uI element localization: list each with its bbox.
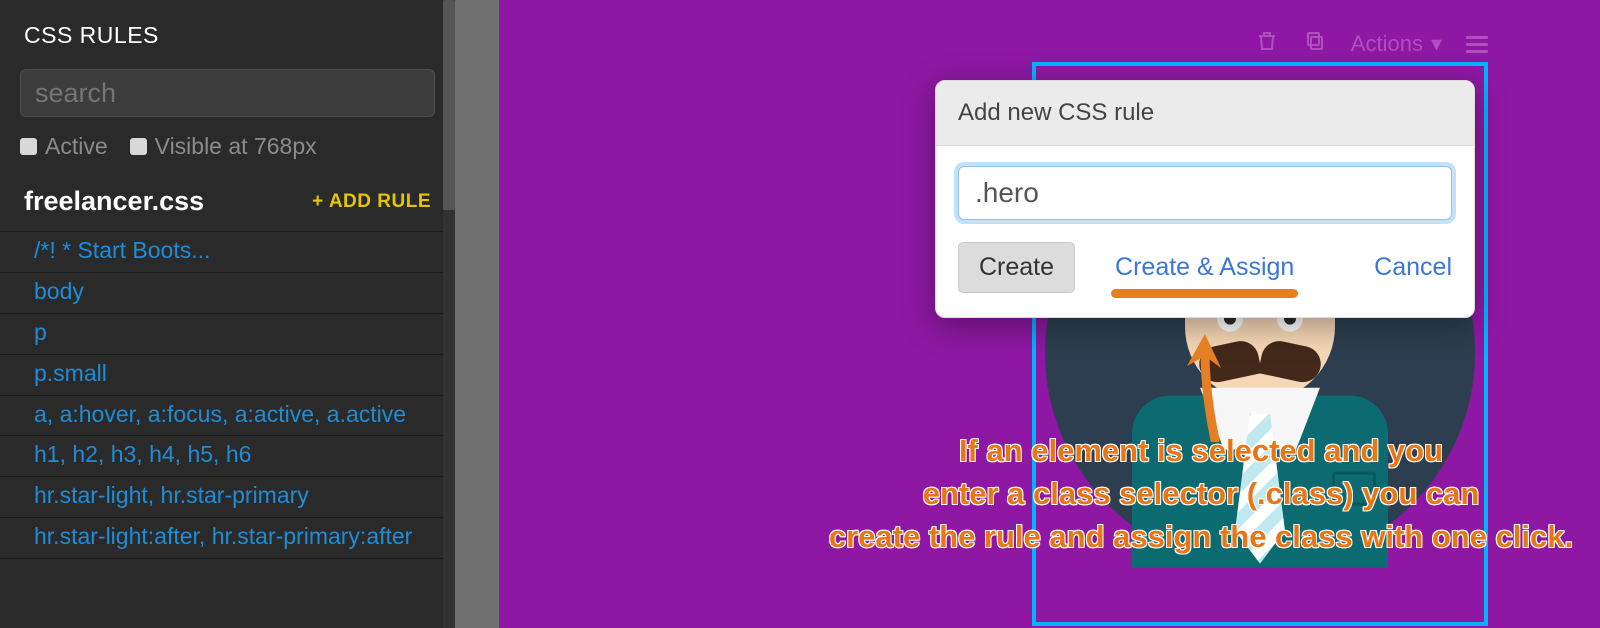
rule-item[interactable]: a, a:hover, a:focus, a:active, a.active bbox=[0, 396, 455, 437]
rule-item[interactable]: p.small bbox=[0, 355, 455, 396]
canvas-gutter bbox=[455, 0, 499, 628]
rule-item[interactable]: h1, h2, h3, h4, h5, h6 bbox=[0, 436, 455, 477]
panel-scrollbar[interactable] bbox=[443, 0, 455, 628]
visible-checkbox-label: Visible at 768px bbox=[155, 133, 317, 160]
visible-checkbox[interactable]: Visible at 768px bbox=[130, 133, 317, 160]
actions-dropdown[interactable]: Actions ▾ bbox=[1351, 31, 1442, 57]
preview-canvas: Actions ▾ bbox=[455, 0, 1600, 628]
selection-toolbar: Actions ▾ bbox=[1255, 26, 1488, 62]
stylesheet-header[interactable]: freelancer.css + ADD RULE bbox=[0, 174, 455, 231]
selector-input[interactable] bbox=[958, 166, 1452, 220]
menu-icon[interactable] bbox=[1466, 36, 1488, 53]
create-assign-button[interactable]: Create & Assign bbox=[1115, 253, 1294, 282]
css-rules-panel: CSS RULES Active Visible at 768px freela… bbox=[0, 0, 455, 628]
cancel-button[interactable]: Cancel bbox=[1374, 253, 1452, 282]
active-checkbox-label: Active bbox=[45, 133, 108, 160]
create-button[interactable]: Create bbox=[958, 242, 1075, 293]
highlight-underline-icon bbox=[1111, 289, 1298, 298]
rule-item[interactable]: body bbox=[0, 273, 455, 314]
delete-icon[interactable] bbox=[1255, 29, 1279, 59]
popover-title: Add new CSS rule bbox=[936, 81, 1474, 146]
duplicate-icon[interactable] bbox=[1303, 29, 1327, 59]
add-rule-popover: Add new CSS rule Create Create & Assign … bbox=[935, 80, 1475, 318]
active-checkbox[interactable]: Active bbox=[20, 133, 108, 160]
stylesheet-name: freelancer.css bbox=[24, 186, 204, 217]
rule-item[interactable]: /*! * Start Boots... bbox=[0, 232, 455, 273]
rule-item[interactable]: hr.star-light, hr.star-primary bbox=[0, 477, 455, 518]
chevron-down-icon: ▾ bbox=[1431, 31, 1442, 57]
actions-label: Actions bbox=[1351, 31, 1423, 57]
add-rule-button[interactable]: + ADD RULE bbox=[312, 191, 431, 213]
rule-item[interactable]: p bbox=[0, 314, 455, 355]
panel-title: CSS RULES bbox=[0, 8, 455, 63]
rule-item[interactable]: hr.star-light:after, hr.star-primary:aft… bbox=[0, 518, 455, 559]
create-assign-label: Create & Assign bbox=[1115, 253, 1294, 281]
rule-list: /*! * Start Boots... body p p.small a, a… bbox=[0, 231, 455, 559]
search-input[interactable] bbox=[20, 69, 435, 117]
